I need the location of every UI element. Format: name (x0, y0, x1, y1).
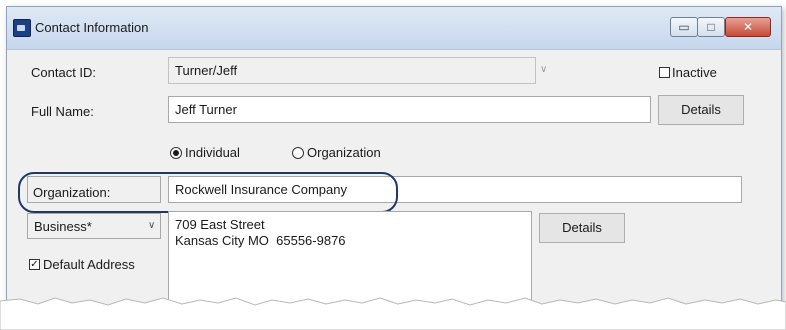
contact-id-field: Turner/Jeff (168, 57, 536, 84)
individual-label: Individual (185, 145, 240, 160)
address-type-chevron-icon: ∨ (148, 220, 156, 231)
inactive-label: Inactive (672, 65, 717, 80)
minimize-button[interactable]: ▭ (670, 17, 698, 37)
full-name-field[interactable]: Jeff Turner (168, 96, 651, 123)
app-icon (13, 19, 31, 37)
organization-radio[interactable] (292, 147, 304, 159)
default-address-checkbox[interactable]: ✓ (29, 259, 40, 270)
inactive-checkbox[interactable] (659, 67, 670, 78)
address-line-2: Kansas City MO 65556-9876 (175, 233, 346, 248)
full-name-label: Full Name: (31, 104, 94, 119)
chevron-down-icon: ∨ (540, 64, 548, 75)
contact-id-label: Contact ID: (31, 65, 97, 80)
title-bar: Contact Information ▭ □ ✕ (7, 7, 781, 50)
contact-information-window: Contact Information ▭ □ ✕ Contact ID: Tu… (6, 6, 782, 326)
address-details-button[interactable]: Details (539, 213, 625, 243)
organization-field[interactable]: Rockwell Insurance Company (168, 176, 742, 203)
default-address-label: Default Address (43, 257, 135, 272)
organization-radio-label: Organization (307, 145, 381, 160)
maximize-button[interactable]: □ (697, 17, 725, 37)
full-name-details-button[interactable]: Details (658, 95, 744, 125)
close-button[interactable]: ✕ (725, 17, 771, 37)
address-type-select[interactable]: Business* (27, 213, 161, 239)
torn-edge-decoration (0, 297, 786, 330)
window-title: Contact Information (35, 20, 149, 35)
address-line-1: 709 East Street (175, 217, 265, 232)
organization-label-box (27, 176, 161, 203)
individual-radio[interactable] (170, 147, 182, 159)
